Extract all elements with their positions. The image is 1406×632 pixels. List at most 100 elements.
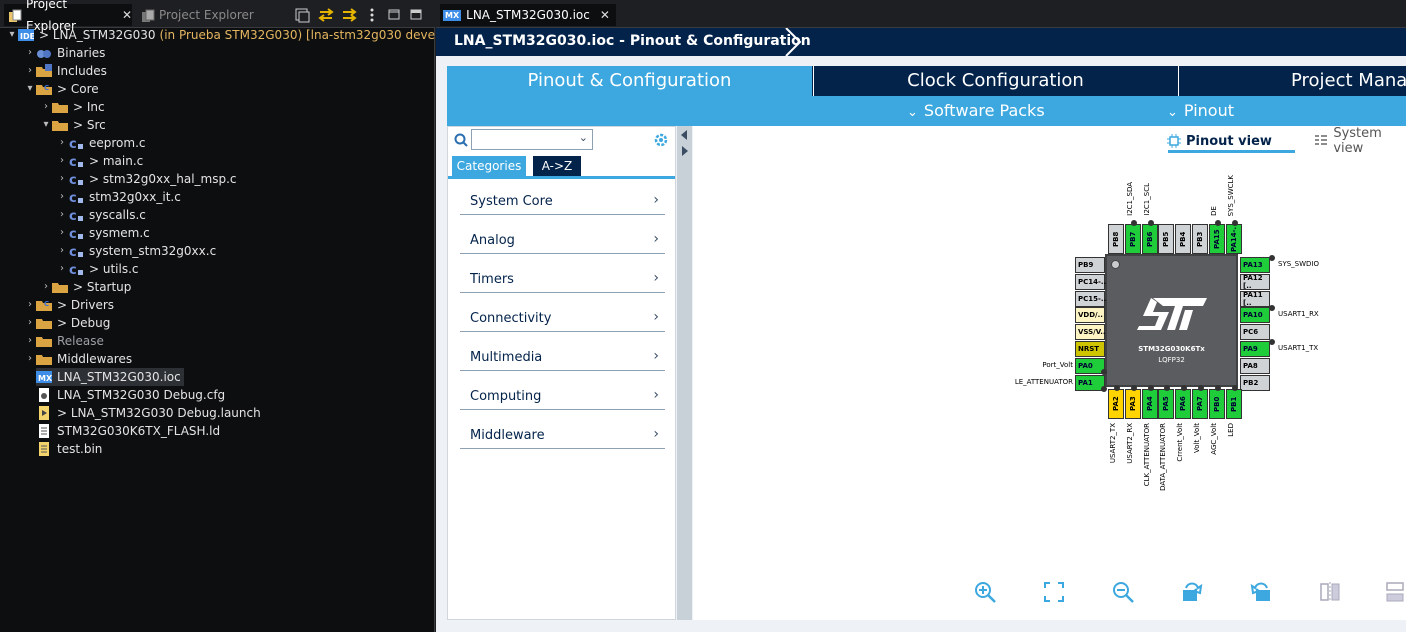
tab-project-manager[interactable]: Project Manag [1178,66,1406,96]
pin-pb6[interactable]: PB6 [1141,224,1158,254]
fit-icon[interactable] [1042,580,1066,604]
expand-twisty-icon[interactable]: › [56,206,68,224]
tab-a-z[interactable]: A->Z [533,156,581,176]
tree-item-file[interactable]: › c eeprom.c [56,134,146,152]
tab-pinout-configuration[interactable]: Pinout & Configuration [447,66,812,96]
pin-pb5[interactable]: PB5 [1158,224,1175,254]
tree-item-middlewares[interactable]: › Middlewares [24,350,132,368]
tree-item-ioc[interactable]: MX LNA_STM32G030.ioc [36,368,184,386]
flip-horizontal-icon[interactable] [1383,580,1406,604]
zoom-out-icon[interactable] [1111,580,1135,604]
zoom-in-icon[interactable] [973,580,997,604]
expand-twisty-icon[interactable]: › [56,188,68,206]
tree-item-file[interactable]: › c system_stm32g0xx.c [56,242,216,260]
pin-pa15[interactable]: PA15 [1208,224,1225,254]
expand-twisty-icon[interactable]: › [24,332,36,350]
chevron-down-icon[interactable]: ⌄ [579,131,588,144]
pin-pa7[interactable]: PA7 [1192,389,1208,419]
expand-twisty-icon[interactable]: › [24,296,36,314]
pin-pa14[interactable]: PA14-. [1225,224,1242,254]
tree-item-debug[interactable]: › > Debug [24,314,110,332]
pin-pa10[interactable]: PA10 [1240,307,1270,324]
minimize-icon[interactable] [388,9,400,20]
search-combo[interactable]: ⌄ [471,129,593,150]
tree-item-binaries[interactable]: › Binaries [24,44,105,62]
pin-pa2[interactable]: PA2 [1108,389,1124,419]
pin-vssv[interactable]: VSS/V.. [1075,324,1106,341]
pinout-view-button[interactable]: Pinout view [1167,131,1272,151]
expand-twisty-icon[interactable]: › [56,134,68,152]
tree-item-file[interactable]: › c sysmem.c [56,224,150,242]
pin-nrst[interactable]: NRST [1075,341,1105,357]
link-editor-icon[interactable] [318,8,334,22]
pin-pa11[interactable]: PA11 [.. [1240,290,1270,307]
tree-item-ld[interactable]: STM32G030K6TX_FLASH.ld [36,422,220,440]
panel-splitter[interactable] [677,126,692,620]
expand-twisty-icon[interactable]: › [56,152,68,170]
pin-pb4[interactable]: PB4 [1175,224,1192,254]
expand-right-icon[interactable] [682,146,688,156]
tree-item-drivers[interactable]: › C > Drivers [24,296,114,314]
close-icon[interactable]: ✕ [600,8,610,22]
tree-item-includes[interactable]: › Includes [24,62,107,80]
flip-vertical-icon[interactable] [1318,580,1342,604]
view-menu-icon[interactable] [370,8,374,22]
tree-item-file[interactable]: › c stm32g0xx_it.c [56,188,181,206]
tree-item-release[interactable]: › Release [24,332,104,350]
pinout-menu[interactable]: ⌄ Pinout [1167,101,1234,120]
category-multimedia[interactable]: Multimedia › [460,347,665,371]
expand-twisty-icon[interactable]: › [24,350,36,368]
pin-pb8[interactable]: PB8 [1108,224,1124,254]
pin-pa13[interactable]: PA13 [1240,257,1270,273]
tree-item-inc[interactable]: › > Inc [40,98,105,116]
gear-icon[interactable] [652,131,670,149]
expand-twisty-icon[interactable]: › [40,278,52,296]
pin-pc15[interactable]: PC15-.. [1075,290,1106,307]
tree-item-src[interactable]: ▾ > Src [40,116,105,134]
pin-pc6[interactable]: PC6 [1240,324,1270,341]
pin-pa12[interactable]: PA12 [.. [1240,273,1270,290]
search-input[interactable] [474,131,572,148]
category-analog[interactable]: Analog › [460,230,665,254]
tree-item-project[interactable]: ▾ IDE > LNA_STM32G030 (in Prueba STM32G0… [6,26,489,44]
tree-item-file[interactable]: › c > utils.c [56,260,139,278]
category-middleware[interactable]: Middleware › [460,425,665,449]
collapse-left-icon[interactable] [681,130,687,140]
expand-twisty-icon[interactable]: ▾ [40,116,52,134]
pin-pb1[interactable]: PB1 [1225,389,1242,419]
tab-project-explorer[interactable]: Project Explorer ✕ [4,0,132,33]
expand-twisty-icon[interactable]: › [24,62,36,80]
expand-twisty-icon[interactable]: › [56,242,68,260]
expand-twisty-icon[interactable]: › [24,314,36,332]
expand-twisty-icon[interactable]: › [56,170,68,188]
expand-twisty-icon[interactable]: ▾ [24,80,36,98]
tab-categories[interactable]: Categories [452,156,526,176]
mcu-chip[interactable]: STM32G030K6Tx LQFP32 [1105,254,1238,387]
expand-twisty-icon[interactable]: ▾ [6,26,18,44]
pin-pa8[interactable]: PA8 [1240,357,1270,374]
tree-item-core[interactable]: ▾ C > Core [24,80,98,98]
category-computing[interactable]: Computing › [460,386,665,410]
close-icon[interactable]: ✕ [122,4,132,26]
pin-pb7[interactable]: PB7 [1124,224,1141,254]
expand-twisty-icon[interactable]: › [56,224,68,242]
expand-twisty-icon[interactable]: › [56,260,68,278]
tree-item-file[interactable]: › c syscalls.c [56,206,146,224]
pin-pb2[interactable]: PB2 [1240,374,1270,391]
pin-pa4[interactable]: PA4 [1141,389,1158,419]
rotate-right-icon[interactable] [1180,580,1204,604]
rotate-left-icon[interactable] [1249,580,1273,604]
pin-pc14[interactable]: PC14-.. [1075,273,1106,290]
system-view-button[interactable]: System view [1315,126,1406,156]
category-system-core[interactable]: System Core › [460,191,665,215]
tab-clock-configuration[interactable]: Clock Configuration [813,66,1177,96]
expand-twisty-icon[interactable]: › [40,98,52,116]
pin-pa9[interactable]: PA9 [1240,341,1270,357]
tree-item-startup[interactable]: › > Startup [40,278,131,296]
pin-pa6[interactable]: PA6 [1175,389,1192,419]
pin-pa5[interactable]: PA5 [1158,389,1175,419]
category-timers[interactable]: Timers › [460,269,665,293]
tree-item-file[interactable]: › c > stm32g0xx_hal_msp.c [56,170,237,188]
tab-project-explorer-2[interactable]: Project Explorer [138,4,273,26]
pin-vdd[interactable]: VDD/.. [1075,307,1105,324]
